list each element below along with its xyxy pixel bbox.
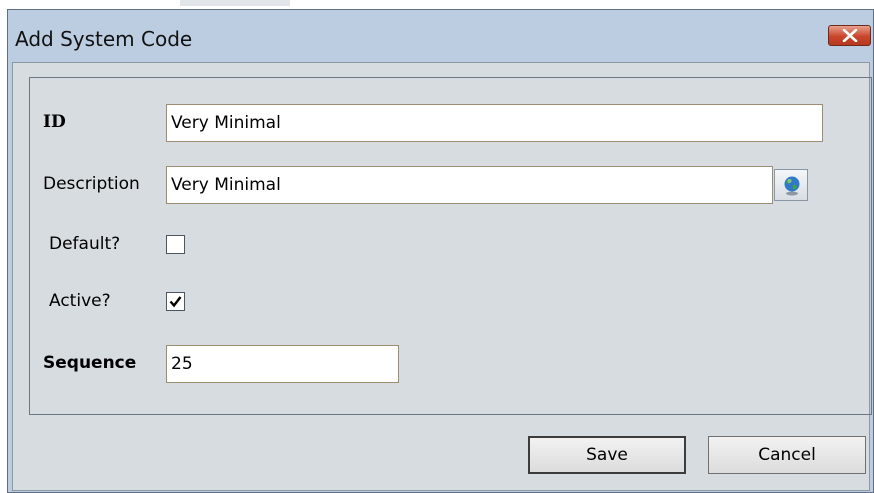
checkmark-icon [169, 296, 182, 308]
close-icon [842, 29, 858, 42]
id-label: ID [43, 112, 66, 132]
sequence-label: Sequence [43, 353, 137, 373]
description-input[interactable]: Very Minimal [166, 166, 773, 204]
add-system-code-dialog: Add System Code ID Very Minimal Descript… [7, 9, 874, 493]
default-checkbox[interactable] [166, 235, 185, 254]
active-label: Active? [49, 291, 111, 311]
globe-icon [784, 176, 800, 196]
description-label: Description [43, 174, 140, 194]
default-label: Default? [49, 234, 121, 254]
dialog-title: Add System Code [15, 27, 193, 51]
cancel-button[interactable]: Cancel [708, 436, 866, 474]
form-group-box: ID Very Minimal Description Very Minimal… [29, 77, 872, 415]
dialog-body: ID Very Minimal Description Very Minimal… [12, 62, 872, 491]
id-input[interactable]: Very Minimal [166, 104, 823, 142]
active-checkbox[interactable] [166, 292, 185, 311]
sequence-input[interactable]: 25 [166, 345, 399, 383]
save-button[interactable]: Save [528, 436, 686, 474]
close-button[interactable] [828, 25, 871, 46]
localize-button[interactable] [774, 169, 808, 201]
title-bar[interactable]: Add System Code [8, 10, 874, 62]
background-window-text-fragment [180, 0, 290, 6]
